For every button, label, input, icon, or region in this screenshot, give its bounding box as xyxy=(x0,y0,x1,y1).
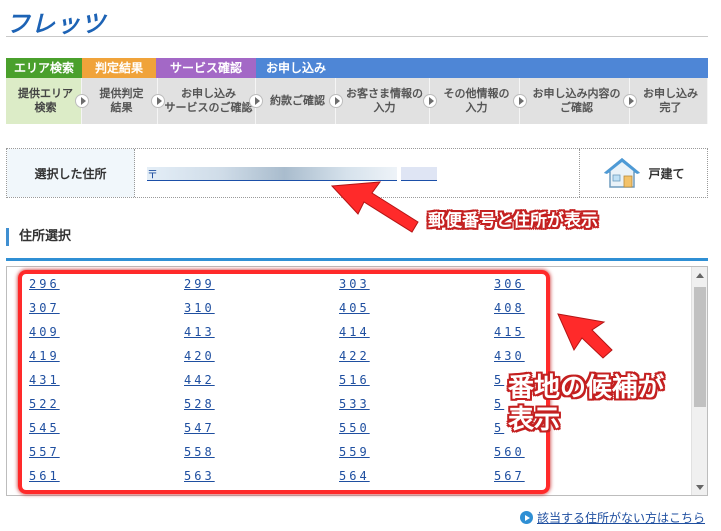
phase-application: お申し込み xyxy=(256,58,708,78)
selected-address-label: 選択した住所 xyxy=(7,149,135,197)
address-number-link[interactable]: 419 xyxy=(29,349,184,373)
address-number-link[interactable]: 516 xyxy=(339,373,494,397)
address-number-link[interactable]: 422 xyxy=(339,349,494,373)
step-service-confirm: お申し込み サービスのご確認 xyxy=(158,78,263,124)
address-number-link[interactable]: 414 xyxy=(339,325,494,349)
address-number-link[interactable]: 567 xyxy=(494,469,649,493)
selected-address-panel: 選択した住所 〒 戸建て xyxy=(6,148,708,198)
address-number-link[interactable]: 415 xyxy=(494,325,649,349)
step-arrow-icon xyxy=(249,94,263,108)
address-number-link[interactable]: 442 xyxy=(184,373,339,397)
section-title: 住所選択 xyxy=(6,228,71,246)
postal-annotation: 郵便番号と住所が表示 xyxy=(428,211,598,231)
address-number-link[interactable]: 550 xyxy=(339,421,494,445)
address-number-link[interactable]: 307 xyxy=(29,301,184,325)
progress-steps: 提供エリア 検索 提供判定 結果 お申し込み サービスのご確認 約款ご確認 お客さま情… xyxy=(6,78,708,124)
address-number-link[interactable]: 522 xyxy=(29,397,184,421)
blurred-address xyxy=(147,167,397,181)
step-arrow-icon xyxy=(75,94,89,108)
step-arrow-icon xyxy=(513,94,527,108)
address-number-link[interactable]: 296 xyxy=(29,277,184,301)
address-number-link[interactable]: 563 xyxy=(184,469,339,493)
postal-mark: 〒 xyxy=(147,168,158,181)
step-arrow-icon xyxy=(151,94,165,108)
address-number-link[interactable]: 561 xyxy=(29,469,184,493)
step-customer-info: お客さま情報の 入力 xyxy=(336,78,437,124)
phase-tabs: エリア検索 判定結果 サービス確認 お申し込み xyxy=(6,58,708,78)
step-arrow-icon xyxy=(423,94,437,108)
header-divider xyxy=(6,36,708,37)
step-area-search: 提供エリア 検索 xyxy=(6,78,89,124)
address-number-link[interactable]: 557 xyxy=(29,445,184,469)
house-icon xyxy=(604,158,641,188)
flets-logo: フレッツ xyxy=(6,10,106,38)
address-number-link[interactable]: 405 xyxy=(339,301,494,325)
dwelling-type: 戸建て xyxy=(579,149,707,197)
blurred-address-link[interactable] xyxy=(401,167,437,181)
address-number-link[interactable]: 310 xyxy=(184,301,339,325)
step-result: 提供判定 結果 xyxy=(82,78,165,124)
step-review: お申し込み内容の ご確認 xyxy=(520,78,637,124)
address-number-link[interactable]: 559 xyxy=(339,445,494,469)
step-complete: お申し込み 完了 xyxy=(630,78,708,124)
address-number-link[interactable]: 528 xyxy=(184,397,339,421)
phase-result: 判定結果 xyxy=(82,58,156,78)
step-other-info: その他情報の 入力 xyxy=(430,78,527,124)
candidates-annotation: 番地の候補が 表示 xyxy=(508,373,665,435)
list-scrollbar[interactable] xyxy=(691,267,707,495)
phase-area-search: エリア検索 xyxy=(6,58,82,78)
scroll-thumb[interactable] xyxy=(694,287,706,407)
address-number-link[interactable]: 420 xyxy=(184,349,339,373)
step-arrow-icon xyxy=(623,94,637,108)
phase-service-confirm: サービス確認 xyxy=(156,58,256,78)
address-number-link[interactable]: 299 xyxy=(184,277,339,301)
section-divider xyxy=(6,258,708,261)
address-number-link[interactable]: 431 xyxy=(29,373,184,397)
dwelling-type-label: 戸建て xyxy=(648,166,685,181)
address-number-link[interactable]: 303 xyxy=(339,277,494,301)
no-match-link[interactable]: 該当する住所がない方はこちら xyxy=(520,509,705,526)
scroll-up-arrow-icon[interactable] xyxy=(692,267,707,283)
address-number-link[interactable]: 533 xyxy=(339,397,494,421)
step-arrow-icon xyxy=(329,94,343,108)
address-number-link[interactable]: 547 xyxy=(184,421,339,445)
address-number-link[interactable]: 564 xyxy=(339,469,494,493)
scroll-down-arrow-icon[interactable] xyxy=(692,479,707,495)
arrow-circle-icon xyxy=(520,511,533,524)
address-number-link[interactable]: 558 xyxy=(184,445,339,469)
address-number-link[interactable]: 430 xyxy=(494,349,649,373)
address-number-link[interactable]: 409 xyxy=(29,325,184,349)
address-number-link[interactable]: 306 xyxy=(494,277,649,301)
address-number-link[interactable]: 545 xyxy=(29,421,184,445)
selected-address-value: 〒 xyxy=(135,149,579,197)
address-number-link[interactable]: 408 xyxy=(494,301,649,325)
address-number-link[interactable]: 413 xyxy=(184,325,339,349)
step-terms: 約款ご確認 xyxy=(256,78,343,124)
address-number-link[interactable]: 560 xyxy=(494,445,649,469)
